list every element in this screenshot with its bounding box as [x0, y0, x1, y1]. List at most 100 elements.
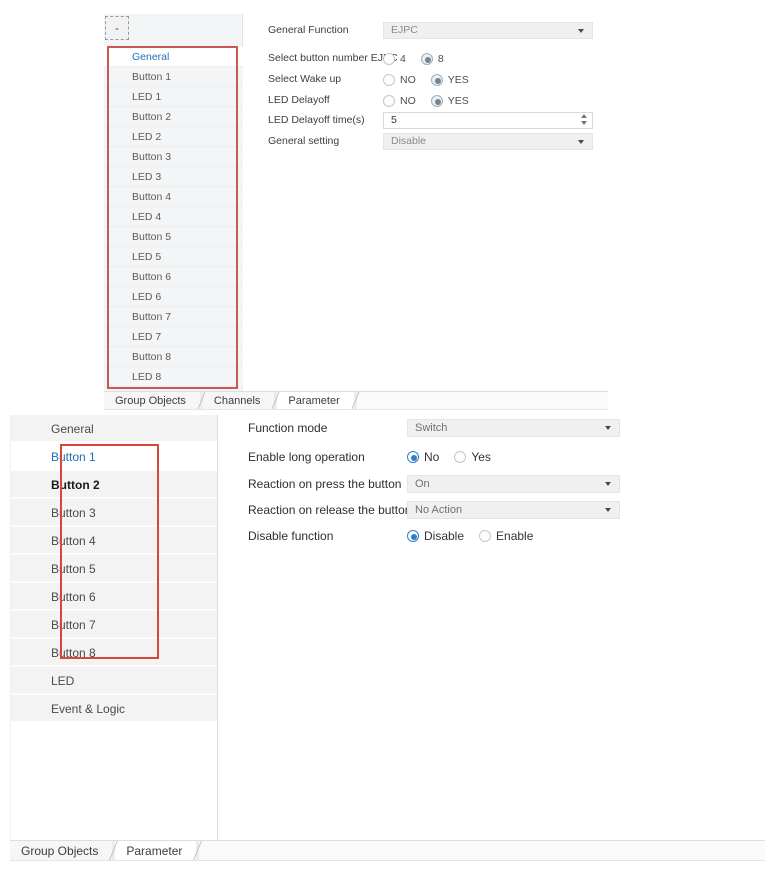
- sidebar-item-button-7[interactable]: Button 7: [11, 611, 217, 639]
- radio-label: Yes: [471, 450, 491, 464]
- radio-label: YES: [448, 74, 469, 86]
- dropdown-value: Disable: [391, 134, 426, 149]
- radio-option-no[interactable]: No: [407, 450, 439, 464]
- spinner-value: 5: [391, 113, 397, 128]
- general-setting-dropdown[interactable]: Disable: [383, 133, 593, 150]
- led-delayoff-radio-group: NO YES: [383, 92, 593, 109]
- chevron-down-icon: [605, 508, 611, 512]
- sidebar-item-button-4[interactable]: Button 4: [104, 187, 243, 207]
- param-label: Select Wake up: [268, 71, 382, 88]
- sidebar-item-button-7[interactable]: Button 7: [104, 307, 243, 327]
- spinner-up-icon[interactable]: [581, 114, 587, 118]
- radio-option-no[interactable]: NO: [383, 95, 416, 107]
- sidebar-item-button-5[interactable]: Button 5: [104, 227, 243, 247]
- radio-selected-icon: [431, 95, 443, 107]
- sidebar-item-button-6[interactable]: Button 6: [104, 267, 243, 287]
- tab-bar-filler: [357, 392, 608, 409]
- tab-channels[interactable]: Channels: [203, 392, 274, 409]
- param-label: General Function: [268, 22, 382, 39]
- disable-function-radio-group: Disable Enable: [407, 527, 620, 545]
- bottom-tab-bar: Group Objects Parameter: [10, 840, 765, 861]
- tab-group-objects[interactable]: Group Objects: [10, 841, 112, 860]
- reaction-press-dropdown[interactable]: On: [407, 475, 620, 493]
- sidebar-item-led-8[interactable]: LED 8: [104, 367, 243, 387]
- top-sidebar-list: General Button 1 LED 1 Button 2 LED 2 Bu…: [104, 47, 243, 387]
- sidebar-item-button-4[interactable]: Button 4: [11, 527, 217, 555]
- radio-selected-icon: [407, 530, 419, 542]
- radio-icon: [454, 451, 466, 463]
- sidebar-item-button-2[interactable]: Button 2: [104, 107, 243, 127]
- param-label: General setting: [268, 133, 382, 150]
- param-label: Enable long operation: [248, 448, 406, 466]
- radio-label: NO: [400, 74, 416, 86]
- reaction-release-dropdown[interactable]: No Action: [407, 501, 620, 519]
- sidebar-item-button-3[interactable]: Button 3: [104, 147, 243, 167]
- radio-selected-icon: [431, 74, 443, 86]
- param-label: Disable function: [248, 527, 406, 545]
- tree-collapse-button[interactable]: -: [105, 16, 129, 40]
- radio-label: 8: [438, 53, 444, 65]
- sidebar-item-led-2[interactable]: LED 2: [104, 127, 243, 147]
- sidebar-item-event-logic[interactable]: Event & Logic: [11, 695, 217, 723]
- radio-option-no[interactable]: NO: [383, 74, 416, 86]
- sidebar-item-button-5[interactable]: Button 5: [11, 555, 217, 583]
- radio-selected-icon: [407, 451, 419, 463]
- dropdown-value: EJPC: [391, 23, 418, 38]
- param-label: LED Delayoff: [268, 92, 382, 109]
- led-delayoff-time-input[interactable]: 5: [383, 112, 593, 129]
- radio-option-disable[interactable]: Disable: [407, 529, 464, 543]
- sidebar-item-led[interactable]: LED: [11, 667, 217, 695]
- radio-option-4[interactable]: 4: [383, 53, 406, 65]
- sidebar-item-general[interactable]: General: [104, 47, 243, 67]
- param-label: Reaction on press the button: [248, 475, 406, 493]
- sidebar-item-led-6[interactable]: LED 6: [104, 287, 243, 307]
- param-label: Reaction on release the button: [248, 501, 406, 519]
- param-label: Select button number EJPC: [268, 50, 382, 67]
- chevron-down-icon: [605, 426, 611, 430]
- radio-option-enable[interactable]: Enable: [479, 529, 533, 543]
- sidebar-item-button-8[interactable]: Button 8: [11, 639, 217, 667]
- radio-icon: [383, 95, 395, 107]
- long-operation-radio-group: No Yes: [407, 448, 620, 466]
- radio-label: No: [424, 450, 439, 464]
- tab-parameter[interactable]: Parameter: [115, 841, 196, 860]
- radio-label: YES: [448, 95, 469, 107]
- sidebar-item-led-3[interactable]: LED 3: [104, 167, 243, 187]
- param-label: LED Delayoff time(s): [268, 112, 382, 129]
- radio-option-yes[interactable]: YES: [431, 95, 469, 107]
- radio-selected-icon: [421, 53, 433, 65]
- radio-icon: [383, 53, 395, 65]
- sidebar-item-button-3[interactable]: Button 3: [11, 499, 217, 527]
- function-mode-dropdown[interactable]: Switch: [407, 419, 620, 437]
- sidebar-item-general[interactable]: General: [11, 415, 217, 443]
- sidebar-item-led-4[interactable]: LED 4: [104, 207, 243, 227]
- radio-option-yes[interactable]: YES: [431, 74, 469, 86]
- chevron-down-icon: [578, 29, 584, 33]
- tab-group-objects[interactable]: Group Objects: [104, 392, 200, 409]
- spinner-down-icon[interactable]: [581, 121, 587, 125]
- dropdown-value: On: [415, 476, 430, 492]
- sidebar-item-button-1[interactable]: Button 1: [104, 67, 243, 87]
- radio-label: Enable: [496, 529, 533, 543]
- radio-icon: [479, 530, 491, 542]
- sidebar-item-button-1[interactable]: Button 1: [11, 443, 217, 471]
- tab-parameter[interactable]: Parameter: [277, 392, 353, 409]
- sidebar-item-button-8[interactable]: Button 8: [104, 347, 243, 367]
- radio-label: 4: [400, 53, 406, 65]
- dropdown-value: Switch: [415, 420, 447, 436]
- sidebar-item-button-6[interactable]: Button 6: [11, 583, 217, 611]
- radio-option-8[interactable]: 8: [421, 53, 444, 65]
- general-function-dropdown[interactable]: EJPC: [383, 22, 593, 39]
- sidebar-item-button-2[interactable]: Button 2: [11, 471, 217, 499]
- radio-label: NO: [400, 95, 416, 107]
- radio-option-yes[interactable]: Yes: [454, 450, 491, 464]
- sidebar-item-led-1[interactable]: LED 1: [104, 87, 243, 107]
- sidebar-item-led-7[interactable]: LED 7: [104, 327, 243, 347]
- sidebar-item-led-5[interactable]: LED 5: [104, 247, 243, 267]
- wake-up-radio-group: NO YES: [383, 71, 593, 88]
- radio-label: Disable: [424, 529, 464, 543]
- chevron-down-icon: [605, 482, 611, 486]
- dropdown-value: No Action: [415, 502, 462, 518]
- param-label: Function mode: [248, 419, 406, 437]
- button-number-radio-group: 4 8: [383, 50, 593, 67]
